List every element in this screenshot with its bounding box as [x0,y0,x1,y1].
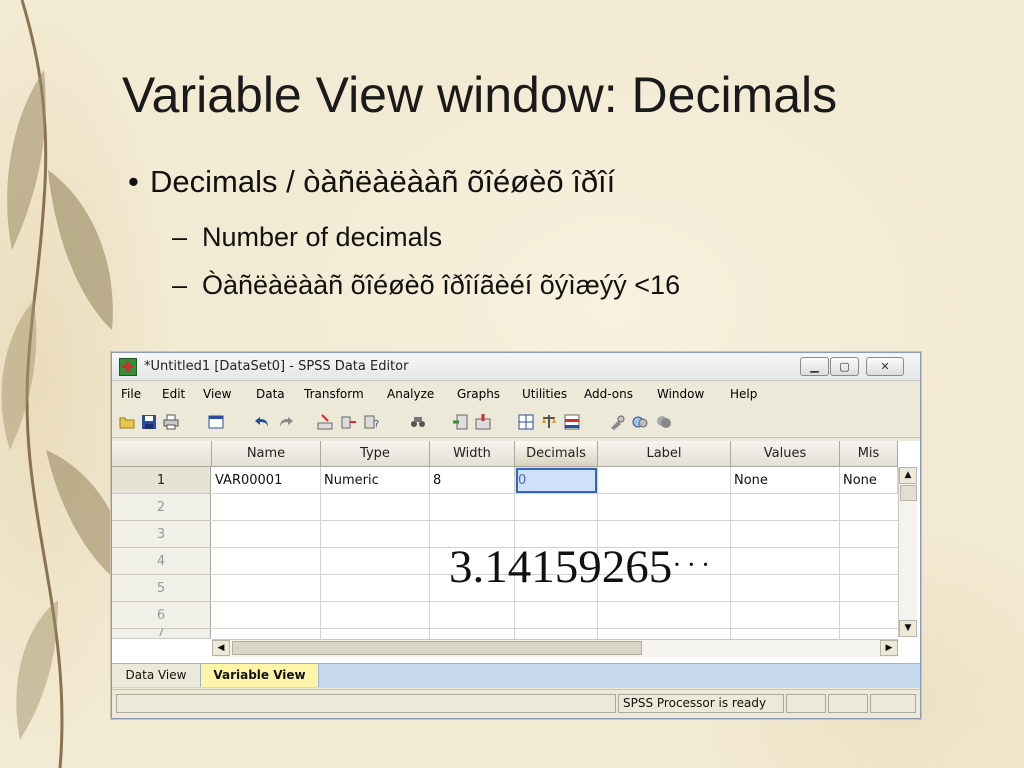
redo-icon[interactable] [278,414,294,430]
processor-status: SPSS Processor is ready [618,694,784,713]
insert-variable-icon[interactable] [475,414,491,430]
status-slot-1 [786,694,826,713]
cell-decimals[interactable]: 0 [515,467,598,494]
open-folder-icon[interactable] [119,414,135,430]
undo-icon[interactable] [254,414,270,430]
pi-ellipsis: ··· [672,550,716,581]
header-decimals[interactable]: Decimals [515,441,598,467]
menu-add-ons[interactable]: Add-ons [584,387,633,401]
cell-type[interactable]: Numeric [321,467,430,494]
scroll-thumb-horizontal[interactable] [232,641,642,655]
toolbar: ? [112,407,920,438]
row-header-3[interactable]: 3 [112,521,211,548]
cell-missing[interactable]: None [840,467,898,494]
value-labels-icon[interactable] [609,414,625,430]
menu-window[interactable]: Window [657,387,704,401]
menu-view[interactable]: View [203,387,231,401]
weight-cases-icon[interactable] [541,414,557,430]
row-header-7[interactable]: 7 [112,629,211,639]
horizontal-scrollbar[interactable]: ◀ ▶ [212,639,898,657]
pi-example: 3.14159265··· [449,540,715,594]
sub-bullet-limit: – Òàñëàëààñ õîéøèõ îðîíãèéí õýìæýý <16 [172,270,680,301]
spss-app-icon[interactable] [119,358,137,376]
print-icon[interactable] [163,414,179,430]
scroll-down-button[interactable]: ▼ [899,620,917,637]
menu-analyze[interactable]: Analyze [387,387,434,401]
svg-text:?: ? [374,419,379,430]
save-icon[interactable] [141,414,157,430]
menu-file[interactable]: File [121,387,141,401]
window-title: *Untitled1 [DataSet0] - SPSS Data Editor [144,359,409,374]
menu-bar: File Edit View Data Transform Analyze Gr… [112,381,920,406]
row-header-1[interactable]: 1 [112,467,211,494]
menu-help[interactable]: Help [730,387,757,401]
row-header-5[interactable]: 5 [112,575,211,602]
sub-bullet-text: Number of decimals [202,222,443,252]
maximize-button[interactable]: ▢ [830,357,859,376]
row-header-2[interactable]: 2 [112,494,211,521]
scroll-right-button[interactable]: ▶ [880,640,898,656]
header-name[interactable]: Name [212,441,321,467]
menu-transform[interactable]: Transform [304,387,364,401]
spss-window: *Untitled1 [DataSet0] - SPSS Data Editor… [111,352,921,719]
tab-variable-view[interactable]: Variable View [201,664,319,687]
bullet-text: Decimals / òàñëàëààñ õîéøèõ îðîí [150,164,616,199]
pi-value: 3.14159265 [449,541,673,593]
bullet-dash: – [172,270,188,300]
header-type[interactable]: Type [321,441,430,467]
split-file-icon[interactable] [518,414,534,430]
bullet-dot: • [128,164,139,199]
status-slot-2 [828,694,868,713]
status-blank [116,694,616,713]
scroll-thumb-vertical[interactable] [900,485,917,501]
header-missing[interactable]: Mis [840,441,898,467]
header-label[interactable]: Label [598,441,731,467]
menu-graphs[interactable]: Graphs [457,387,500,401]
minimize-button[interactable]: ▁ [800,357,829,376]
status-bar: SPSS Processor is ready [112,689,920,717]
view-tabs: Data View Variable View [112,663,920,688]
dialog-recall-icon[interactable] [208,414,224,430]
slide-title: Variable View window: Decimals [122,67,838,123]
show-all-icon[interactable] [656,414,672,430]
variables-info-icon[interactable]: ? [364,414,380,430]
goto-variable-icon[interactable] [341,414,357,430]
goto-case-icon[interactable] [317,414,333,430]
select-cases-icon[interactable] [564,414,580,430]
sub-bullet-text: Òàñëàëààñ õîéøèõ îðîíãèéí õýìæýý <16 [202,270,681,300]
scroll-up-button[interactable]: ▲ [899,467,917,484]
cell-width[interactable]: 8 [430,467,515,494]
row-header-6[interactable]: 6 [112,602,211,629]
menu-utilities[interactable]: Utilities [522,387,567,401]
menu-data[interactable]: Data [256,387,285,401]
window-titlebar[interactable]: *Untitled1 [DataSet0] - SPSS Data Editor… [112,353,920,381]
insert-cases-icon[interactable] [452,414,468,430]
bullet-dash: – [172,222,188,252]
cell-name[interactable]: VAR00001 [212,467,321,494]
menu-edit[interactable]: Edit [162,387,185,401]
cell-values[interactable]: None [731,467,840,494]
row-header-4[interactable]: 4 [112,548,211,575]
cell-label[interactable] [598,467,731,494]
tab-data-view[interactable]: Data View [112,664,201,687]
use-sets-icon[interactable] [632,414,648,430]
grid-corner [112,441,212,467]
vertical-scrollbar[interactable]: ▲ ▼ [898,467,917,637]
header-width[interactable]: Width [430,441,515,467]
close-button[interactable]: ✕ [866,357,904,376]
scroll-left-button[interactable]: ◀ [212,640,230,656]
header-values[interactable]: Values [731,441,840,467]
status-slot-3 [870,694,916,713]
bullet-decimals: • Decimals / òàñëàëààñ õîéøèõ îðîí [128,164,615,200]
sub-bullet-number-of-decimals: – Number of decimals [172,222,442,253]
find-icon[interactable] [410,414,426,430]
